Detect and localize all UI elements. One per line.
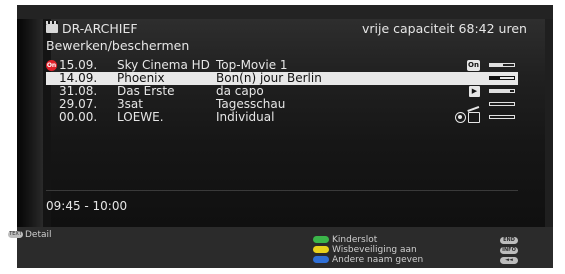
legend-label: Andere naam geven [332,255,424,265]
progress-fill [490,90,511,92]
recording-date: 00.00. [59,110,98,124]
recording-title: Individual [216,110,275,124]
footer-bar [17,227,553,268]
child-lock-icon [455,112,466,123]
playback-progress-bar [489,102,515,106]
info-key-icon[interactable]: INFO [500,247,518,254]
archive-title: DR-ARCHIEF [46,20,138,36]
detail-label: Detail [25,230,52,240]
text-key-icon: TEXT [8,231,23,238]
recording-row[interactable]: 00.00. LOEWE. Individual [46,111,518,124]
right-band [545,19,553,227]
progress-fill [490,64,504,66]
legend-label: Kinderslot [332,235,378,245]
rewind-key-icon[interactable]: ◄◄ [500,257,518,264]
legend-yellow[interactable]: Wisbeveiliging aan [313,246,417,255]
divider [46,190,518,191]
top-strip [17,5,553,19]
playback-progress-bar [489,115,515,119]
play-icon: ▶ [469,86,480,97]
playback-progress-bar [489,76,515,80]
free-capacity: vrije capaciteit 68:42 uren [362,21,527,36]
yellow-key-icon [313,246,329,253]
legend-blue[interactable]: Andere naam geven [313,256,423,265]
playback-progress-bar [489,89,515,93]
progress-fill [490,77,500,79]
protected-on-badge: On [46,60,57,71]
film-clapper-icon [46,20,58,33]
on-icon: On [467,60,480,71]
archive-title-text: DR-ARCHIEF [62,21,138,36]
left-band [17,19,43,227]
green-key-icon [313,236,329,243]
blue-key-icon [313,256,329,263]
archive-subtitle: Bewerken/beschermen [46,38,190,53]
detail-hint[interactable]: TEXT Detail [8,230,52,240]
legend-green[interactable]: Kinderslot [313,236,377,245]
film-icon [468,112,480,123]
playback-progress-bar [489,63,515,67]
end-key-icon[interactable]: END [500,237,518,244]
recording-channel: LOEWE. [117,110,164,124]
legend-label: Wisbeveiliging aan [332,245,417,255]
recording-time-range: 09:45 - 10:00 [46,199,128,213]
